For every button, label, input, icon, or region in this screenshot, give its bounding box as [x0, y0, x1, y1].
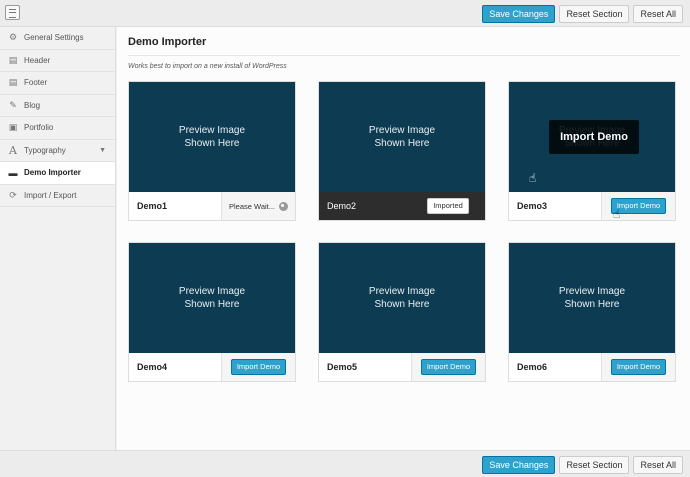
hand-cursor-icon: ☝ [613, 207, 621, 221]
demo-card-footer: Demo1 Please Wait... [129, 192, 295, 220]
save-changes-button[interactable]: Save Changes [482, 456, 556, 474]
please-wait-status: Please Wait... [229, 201, 288, 211]
demo-name: Demo5 [327, 362, 358, 372]
preview-text: Preview Image [178, 125, 246, 136]
demo-card-demo4: Preview Image Shown Here Demo4 Import Dem… [128, 242, 296, 382]
sidebar-item-label: Typography [24, 145, 66, 155]
chevron-down-icon: ▼ [99, 146, 106, 154]
reset-all-button[interactable]: Reset All [633, 5, 683, 23]
demo-card-demo5: Preview Image Shown Here Demo5 Import Dem… [318, 242, 486, 382]
monitor-icon: ▬ [8, 167, 18, 178]
preview-text: Preview Image [368, 125, 436, 136]
import-demo-button[interactable]: Import Demo [420, 359, 477, 375]
demo-card-demo3: Preview ImageShown Here Import Demo ☝ De… [508, 81, 676, 221]
demo-card-footer: Demo5 Import Demo [319, 353, 485, 381]
sidebar-item-demo-importer[interactable]: ▬ Demo Importer [0, 162, 115, 185]
imported-badge: Imported [427, 198, 469, 214]
sidebar-item-footer[interactable]: ▤ Footer [0, 72, 115, 95]
demo-action-area: Please Wait... [221, 192, 295, 220]
header-icon: ▤ [8, 54, 18, 65]
page-title: Demo Importer [128, 36, 207, 48]
preview-text: Shown Here [184, 138, 240, 149]
demo-card-footer: Demo6 Import Demo [509, 353, 675, 381]
loading-spinner-icon [279, 201, 288, 211]
demo-card-footer: Demo3 Import Demo ☝ [509, 192, 675, 220]
sidebar-item-portfolio[interactable]: ▣ Portfolio [0, 117, 115, 140]
demo-name: Demo6 [517, 362, 548, 372]
sidebar-item-blog[interactable]: ✎ Blog [0, 95, 115, 117]
sidebar: ⚙ General Settings ▤ Header ▤ Footer ✎ B… [0, 27, 116, 450]
preview-text: Shown Here [564, 299, 620, 310]
sidebar-item-typography[interactable]: A Typography ▼ [0, 140, 115, 162]
preview-text: Preview Image [558, 286, 626, 297]
import-demo-button[interactable]: Import Demo [610, 359, 667, 375]
sidebar-item-import-export[interactable]: ⟳ Import / Export [0, 185, 115, 207]
sidebar-item-label: General Settings [24, 33, 84, 43]
demo-preview-image[interactable]: Preview Image Shown Here [129, 243, 295, 353]
bottom-toolbar: Save Changes Reset Section Reset All [0, 450, 690, 477]
reset-all-button[interactable]: Reset All [633, 456, 683, 474]
demo-action-area: Import Demo [221, 353, 295, 381]
gear-icon: ⚙ [8, 32, 18, 43]
preview-text: Shown Here [184, 299, 240, 310]
demo-card-footer: Demo2 Imported [319, 192, 485, 220]
preview-text: Shown Here [374, 299, 430, 310]
sidebar-item-general-settings[interactable]: ⚙ General Settings [0, 27, 115, 50]
demo-name: Demo3 [517, 201, 548, 211]
preview-text: Preview Image [178, 286, 246, 297]
import-demo-button[interactable]: Import Demo [230, 359, 287, 375]
demo-name: Demo2 [327, 201, 357, 211]
font-icon: A [9, 143, 17, 157]
hand-cursor-icon: ☝ [529, 171, 537, 185]
demo-action-area: Import Demo [411, 353, 485, 381]
sidebar-item-label: Portfolio [24, 123, 54, 133]
sidebar-item-header[interactable]: ▤ Header [0, 50, 115, 72]
save-changes-button[interactable]: Save Changes [482, 5, 556, 23]
page-subtitle: Works best to import on a new install of… [128, 63, 287, 70]
sidebar-item-label: Demo Importer [24, 168, 81, 178]
main-panel: Demo Importer Works best to import on a … [117, 27, 690, 450]
demo-preview-image[interactable]: Preview Image Shown Here [319, 243, 485, 353]
demo-card-footer: Demo4 Import Demo [129, 353, 295, 381]
reset-section-button[interactable]: Reset Section [559, 456, 630, 474]
image-icon: ▣ [8, 122, 18, 133]
demo-name: Demo4 [137, 362, 168, 372]
options-panel-logo-icon [5, 5, 20, 20]
footer-icon: ▤ [8, 77, 18, 88]
sidebar-item-label: Header [24, 55, 51, 65]
demo-card-demo6: Preview Image Shown Here Demo6 Import Dem… [508, 242, 676, 382]
reset-section-button[interactable]: Reset Section [559, 5, 630, 23]
sidebar-item-label: Blog [24, 100, 41, 110]
demo-preview-image[interactable]: Preview Image Shown Here [319, 82, 485, 192]
pencil-icon: ✎ [9, 99, 17, 110]
import-demo-overlay-button[interactable]: Import Demo [549, 120, 639, 154]
demo-card-demo1: Preview Image Shown Here Demo1 Please Wai… [128, 81, 296, 221]
demo-preview-image[interactable]: Preview ImageShown Here Import Demo ☝ [509, 82, 675, 192]
preview-text: Shown Here [374, 138, 430, 149]
demo-name: Demo1 [137, 201, 168, 211]
sidebar-item-label: Footer [24, 78, 48, 88]
top-toolbar: Save Changes Reset Section Reset All [0, 0, 690, 27]
refresh-icon: ⟳ [9, 189, 17, 200]
demo-preview-image[interactable]: Preview Image Shown Here [129, 82, 295, 192]
demo-card-demo2: Preview Image Shown Here Demo2 Imported [318, 81, 486, 221]
demo-preview-image[interactable]: Preview Image Shown Here [509, 243, 675, 353]
demo-action-area: Import Demo [601, 353, 675, 381]
title-divider [128, 55, 680, 56]
preview-text: Preview Image [368, 286, 436, 297]
please-wait-label: Please Wait... [229, 201, 275, 211]
sidebar-item-label: Import / Export [24, 190, 77, 200]
demo-action-area: Imported [411, 192, 485, 220]
